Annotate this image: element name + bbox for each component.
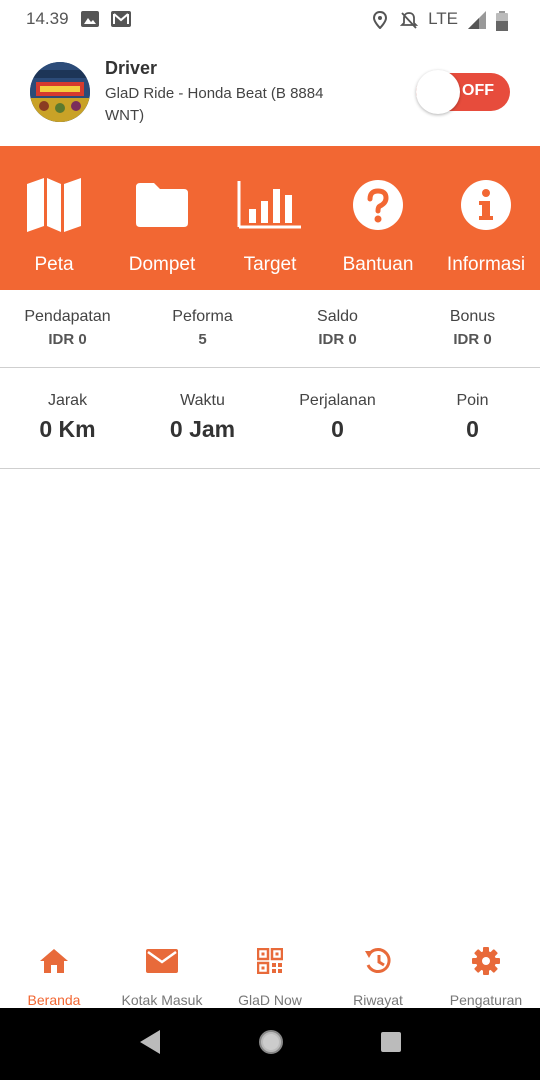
stat-value: 0 Jam (169, 416, 236, 442)
recents-icon[interactable] (380, 1031, 402, 1058)
bottom-nav: Beranda Kotak Masuk GlaD Now Riwayat Pen… (0, 930, 540, 1008)
stat-value: 0 (466, 416, 479, 442)
stat-waktu: Waktu 0 Jam (135, 368, 270, 468)
stat-label: Pendapatan (24, 308, 111, 325)
help-icon (352, 176, 404, 234)
bar-chart-icon (237, 176, 303, 234)
nav-item-glad-now[interactable]: GlaD Now (216, 930, 324, 1008)
nav-label-riwayat: Riwayat (353, 992, 403, 1008)
stat-value: IDR 0 (318, 331, 357, 348)
home-button-icon[interactable] (257, 1028, 285, 1061)
stat-value: 5 (198, 331, 207, 348)
stat-label: Perjalanan (299, 392, 376, 409)
home-icon (39, 946, 69, 975)
mail-icon (146, 946, 178, 975)
status-time: 14.39 (26, 9, 69, 28)
qr-code-icon (257, 946, 283, 975)
stat-bonus: Bonus IDR 0 (405, 290, 540, 367)
stat-value: 0 (331, 416, 344, 442)
stat-label: Jarak (47, 392, 88, 409)
nav-label-pengaturan: Pengaturan (449, 992, 523, 1008)
map-icon (25, 176, 83, 234)
stat-label: Poin (456, 392, 489, 409)
gear-icon (472, 946, 500, 975)
history-icon (363, 946, 393, 975)
menu-label-target: Target (243, 254, 297, 275)
notifications-off-icon (399, 11, 419, 29)
nav-item-riwayat[interactable]: Riwayat (324, 930, 432, 1008)
nav-label-kotak-masuk: Kotak Masuk (121, 992, 203, 1008)
nav-item-kotak-masuk[interactable]: Kotak Masuk (108, 930, 216, 1008)
image-icon (80, 11, 99, 27)
stat-value: IDR 0 (48, 331, 87, 348)
signal-icon (468, 11, 486, 29)
toggle-label: OFF (462, 82, 494, 99)
online-toggle[interactable]: OFF (416, 70, 510, 114)
stat-pendapatan: Pendapatan IDR 0 (0, 290, 135, 367)
gmail-icon (110, 11, 131, 27)
menu-item-peta[interactable]: Peta (0, 146, 108, 290)
battery-icon (496, 11, 514, 31)
driver-header: Driver GlaD Ride - Honda Beat (B 8884 WN… (0, 38, 540, 146)
stat-jarak: Jarak 0 Km (0, 368, 135, 468)
nav-item-beranda[interactable]: Beranda (0, 930, 108, 1008)
stat-label: Saldo (317, 308, 358, 325)
driver-vehicle: GlaD Ride - Honda Beat (B 8884 WNT) (105, 84, 324, 124)
stats-summary: Pendapatan IDR 0 Peforma 5 Saldo IDR 0 B… (0, 290, 540, 368)
driver-title: Driver (105, 57, 158, 78)
menu-item-target[interactable]: Target (216, 146, 324, 290)
location-icon (372, 10, 390, 30)
menu-item-dompet[interactable]: Dompet (108, 146, 216, 290)
back-icon[interactable] (138, 1029, 162, 1060)
main-menu: Peta Dompet Target Bantuan Informasi (0, 146, 540, 290)
folder-icon (134, 176, 190, 234)
nav-label-beranda: Beranda (27, 992, 81, 1008)
status-bar: 14.39 LTE (0, 0, 540, 38)
menu-item-informasi[interactable]: Informasi (432, 146, 540, 290)
nav-item-pengaturan[interactable]: Pengaturan (432, 930, 540, 1008)
info-icon (460, 176, 512, 234)
menu-item-bantuan[interactable]: Bantuan (324, 146, 432, 290)
network-type: LTE (428, 9, 458, 28)
stat-poin: Poin 0 (405, 368, 540, 468)
stat-value: 0 Km (39, 416, 96, 442)
toggle-knob (416, 70, 460, 114)
stat-label: Waktu (180, 392, 225, 409)
stat-saldo: Saldo IDR 0 (270, 290, 405, 367)
avatar[interactable] (30, 62, 90, 122)
stat-value: IDR 0 (453, 331, 492, 348)
system-nav-bar (0, 1008, 540, 1080)
stat-label: Bonus (449, 308, 496, 325)
stat-label: Peforma (172, 308, 233, 325)
menu-label-dompet: Dompet (128, 254, 196, 275)
menu-label-informasi: Informasi (446, 254, 526, 275)
stats-activity: Jarak 0 Km Waktu 0 Jam Perjalanan 0 Poin… (0, 368, 540, 469)
menu-label-bantuan: Bantuan (342, 254, 414, 275)
nav-label-glad-now: GlaD Now (238, 992, 302, 1008)
stat-peforma: Peforma 5 (135, 290, 270, 367)
menu-label-peta: Peta (34, 254, 74, 275)
stat-perjalanan: Perjalanan 0 (270, 368, 405, 468)
